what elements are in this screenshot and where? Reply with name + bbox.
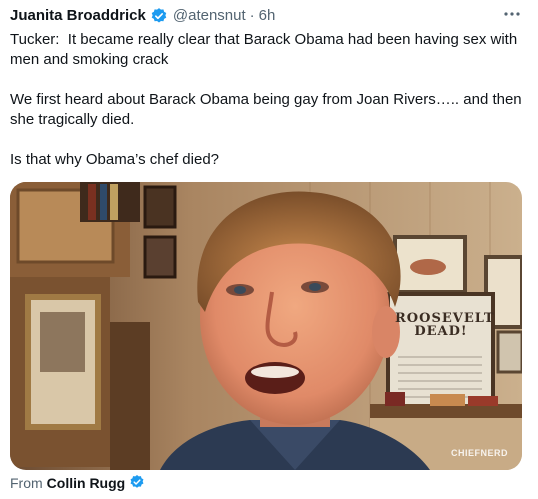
author-name[interactable]: Juanita Broaddrick xyxy=(10,6,146,26)
attribution-name[interactable]: Collin Rugg xyxy=(47,475,126,491)
verified-badge-icon xyxy=(150,7,168,25)
attribution: From Collin Rugg xyxy=(10,473,152,493)
video-media[interactable]: ROOSEVELT DEAD! CHIEFNERD xyxy=(10,182,522,470)
tweet-paragraph-1: Tucker: It became really clear that Bara… xyxy=(10,31,522,68)
poster-text: ROOSEVELT DEAD! xyxy=(395,312,494,339)
more-options-icon[interactable] xyxy=(502,6,522,22)
attribution-prefix: From xyxy=(10,475,43,491)
tweet-header: Juanita Broaddrick @atensnut · 6h xyxy=(10,6,528,26)
timestamp[interactable]: 6h xyxy=(259,6,276,26)
tweet-paragraph-2: We first heard about Barack Obama being … xyxy=(10,91,526,128)
author-handle[interactable]: @atensnut xyxy=(173,6,246,26)
video-watermark: CHIEFNERD xyxy=(450,448,508,458)
separator-dot: · xyxy=(249,7,255,24)
tweet-paragraph-3: Is that why Obama’s chef died? xyxy=(10,151,220,168)
tweet-text: Tucker: It became really clear that Bara… xyxy=(10,30,522,170)
tweet: Juanita Broaddrick @atensnut · 6h Tucker… xyxy=(0,0,538,499)
verified-badge-icon xyxy=(129,474,147,492)
poster-line-2: DEAD! xyxy=(414,324,468,339)
